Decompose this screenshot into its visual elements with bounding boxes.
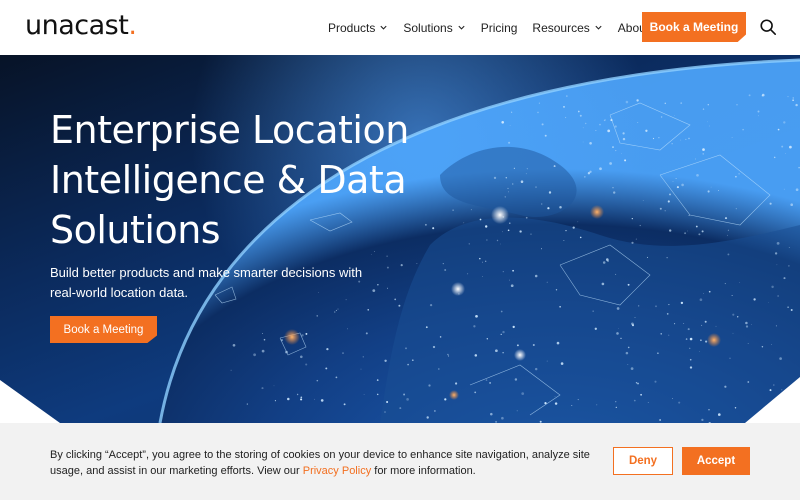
hero-title: Enterprise Location Intelligence & Data … bbox=[50, 108, 409, 252]
nav-item-solutions[interactable]: Solutions bbox=[403, 21, 465, 35]
unacast-logo[interactable]: unacast. bbox=[25, 10, 137, 41]
accept-button[interactable]: Accept bbox=[682, 447, 750, 475]
privacy-policy-link[interactable]: Privacy Policy bbox=[303, 465, 371, 477]
site-header: unacast. Products Solutions Pricing Reso… bbox=[0, 0, 800, 55]
nav-item-products[interactable]: Products bbox=[328, 21, 388, 35]
chevron-down-icon bbox=[458, 25, 465, 30]
main-nav: Products Solutions Pricing Resources Abo… bbox=[328, 0, 662, 55]
search-icon[interactable] bbox=[759, 18, 777, 36]
book-meeting-button[interactable]: Book a Meeting bbox=[642, 12, 746, 42]
hero-subtitle: Build better products and make smarter d… bbox=[50, 265, 363, 300]
nav-item-resources[interactable]: Resources bbox=[532, 21, 602, 35]
cookie-banner: By clicking “Accept”, you agree to the s… bbox=[0, 423, 800, 500]
nav-item-pricing[interactable]: Pricing bbox=[481, 21, 518, 35]
chevron-down-icon bbox=[595, 25, 602, 30]
hero-section: Enterprise Location Intelligence & Data … bbox=[0, 55, 800, 423]
chevron-down-icon bbox=[380, 25, 387, 30]
hero-book-meeting-button[interactable]: Book a Meeting bbox=[50, 316, 157, 343]
deny-button[interactable]: Deny bbox=[613, 447, 673, 475]
cookie-message: By clicking “Accept”, you agree to the s… bbox=[50, 449, 590, 477]
